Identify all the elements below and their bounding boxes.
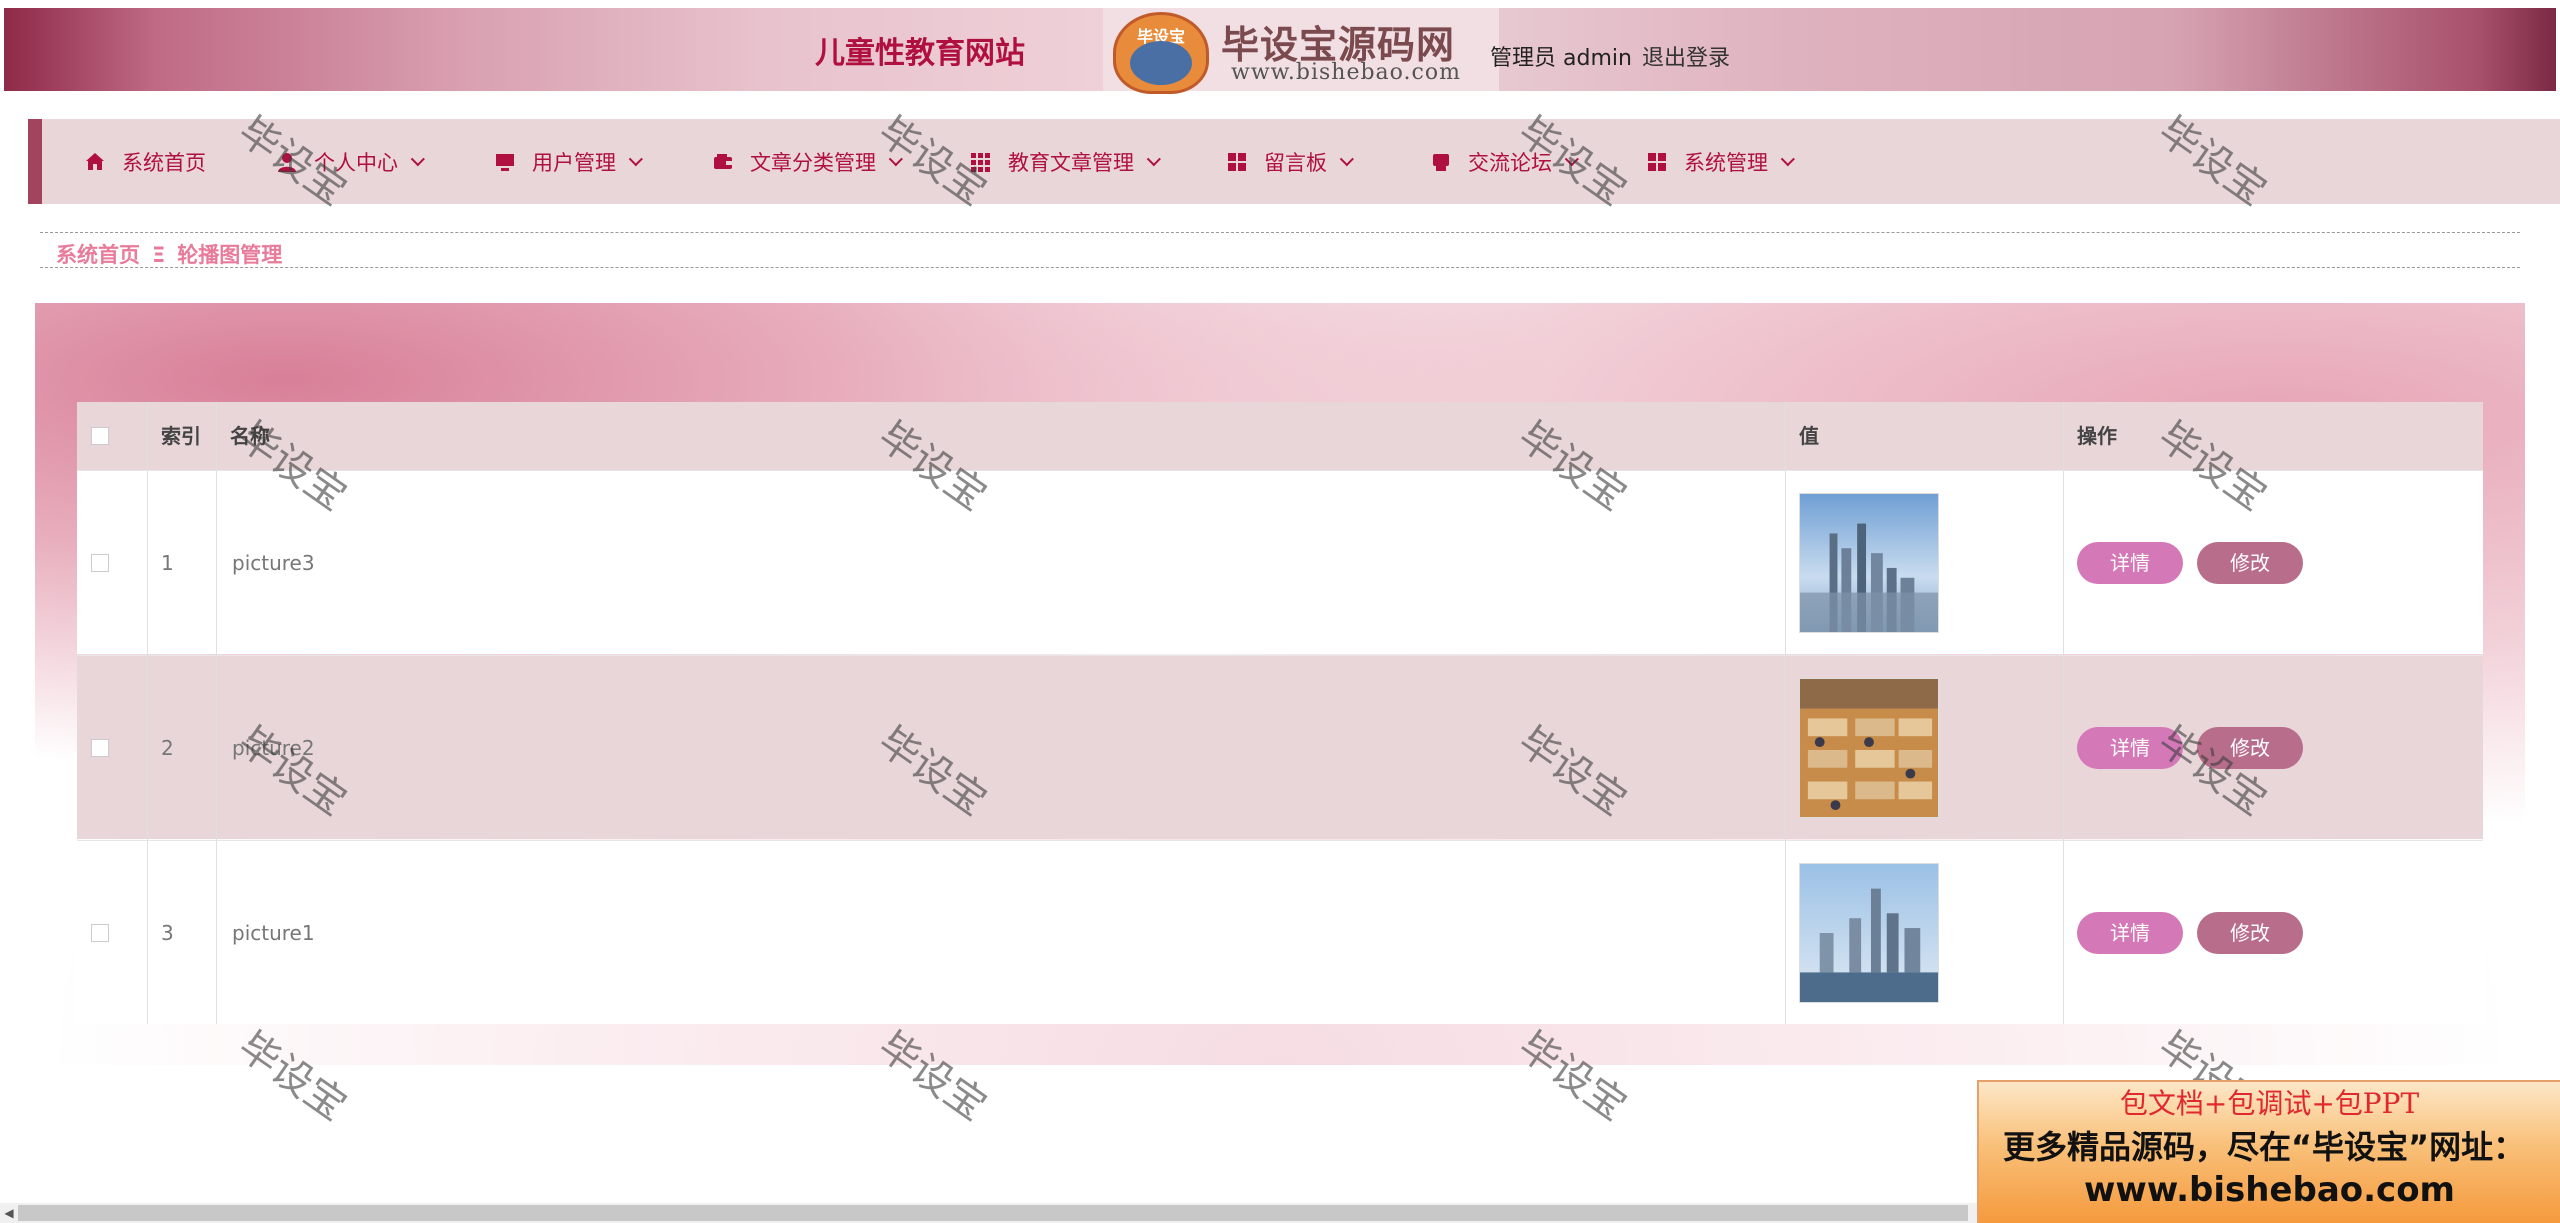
nav-item-label: 系统管理 [1684,150,1768,175]
user-icon [276,151,298,173]
edit-button[interactable]: 修改 [2197,542,2303,584]
main-nav: 系统首页 个人中心 用户管理 文章分类管理 教育文章管理 留言板 交流论坛 系统… [28,119,2560,204]
column-divider [2063,402,2064,1024]
city-waterfront-image [1799,863,1939,1003]
nav-item-label: 文章分类管理 [750,150,876,175]
row-name: picture2 [232,736,315,760]
row-name: picture3 [232,551,315,575]
table-header-row: 索引 名称 值 操作 [77,402,2483,470]
nav-item-label: 教育文章管理 [1008,150,1134,175]
chevron-down-icon [888,151,903,166]
horizontal-scrollbar[interactable]: ◀ [0,1203,1977,1223]
promo-line-tagline: 更多精品源码，尽在“毕设宝”网址： [2003,1128,2526,1166]
logo-face-shape [1130,41,1192,85]
row-actions: 详情 修改 [2077,471,2303,655]
row-checkbox[interactable] [91,924,109,942]
row-index: 3 [161,921,174,945]
breadcrumb-separator: Ξ [152,243,166,267]
wallet-icon [712,151,734,173]
nav-item-label: 系统首页 [122,150,206,175]
scroll-left-arrow-icon[interactable]: ◀ [2,1205,16,1221]
row-checkbox[interactable] [91,554,109,572]
header-name: 名称 [230,424,270,448]
city-skyline-image [1799,493,1939,633]
table-row: 1 picture3 详情 修改 [77,470,2483,654]
current-user-label: 管理员 admin [1490,46,1632,71]
row-actions: 详情 修改 [2077,656,2303,840]
nav-item-education-articles[interactable]: 教育文章管理 [970,119,1161,204]
column-divider [1785,402,1786,1024]
table-row: 2 picture2 详情 修改 [77,655,2483,839]
brand-logo-icon: 毕设宝 [1113,12,1209,94]
monitor-icon [494,151,516,173]
promo-banner: 包文档+包调试+包PPT 更多精品源码，尽在“毕设宝”网址： www.bishe… [1977,1080,2560,1223]
detail-button[interactable]: 详情 [2077,542,2183,584]
row-index: 1 [161,551,174,575]
office-interior-image [1799,678,1939,818]
nav-item-user-management[interactable]: 用户管理 [494,119,643,204]
breadcrumb-bar: 系统首页 Ξ 轮播图管理 [40,232,2520,268]
row-image-cell [1799,656,1939,840]
brand-banner: 毕设宝 毕设宝源码网 www.bishebao.com [1103,8,1499,94]
row-select-cell [91,656,109,840]
row-checkbox[interactable] [91,739,109,757]
row-index: 2 [161,736,174,760]
breadcrumb: 系统首页 Ξ 轮播图管理 [56,239,282,269]
select-all-checkbox[interactable] [91,427,109,445]
nav-item-label: 个人中心 [314,150,398,175]
edit-button[interactable]: 修改 [2197,912,2303,954]
nav-item-home[interactable]: 系统首页 [84,119,206,204]
chevron-down-icon [628,151,643,166]
nav-item-personal-center[interactable]: 个人中心 [276,119,425,204]
chevron-down-icon [1780,151,1795,166]
nav-item-system-management[interactable]: 系统管理 [1646,119,1795,204]
row-image-cell [1799,471,1939,655]
home-icon [84,151,106,173]
nav-item-article-category[interactable]: 文章分类管理 [712,119,903,204]
brand-url: www.bishebao.com [1231,60,1461,85]
detail-button[interactable]: 详情 [2077,727,2183,769]
breadcrumb-current: 轮播图管理 [177,243,283,267]
header-value: 值 [1799,424,1819,448]
grid-icon [1226,151,1248,173]
row-name: picture1 [232,921,315,945]
breadcrumb-home-link[interactable]: 系统首页 [56,243,140,267]
row-select-cell [91,471,109,655]
nav-item-message-board[interactable]: 留言板 [1226,119,1354,204]
grid-icon [970,151,992,173]
table-row: 3 picture1 详情 修改 [77,840,2483,1024]
nav-item-label: 留言板 [1264,150,1327,175]
row-image-cell [1799,841,1939,1025]
carousel-table: 索引 名称 值 操作 1 picture3 详情 修改 2 picture2 详… [77,402,2483,1024]
site-title: 儿童性教育网站 [815,36,1025,71]
chevron-down-icon [1339,151,1354,166]
nav-item-label: 用户管理 [532,150,616,175]
nav-item-label: 交流论坛 [1468,150,1552,175]
chevron-down-icon [1146,151,1161,166]
column-divider [216,402,217,1024]
grid-icon [1646,151,1668,173]
nav-item-forum[interactable]: 交流论坛 [1430,119,1579,204]
select-all-cell [91,402,109,470]
column-divider [147,402,148,1024]
row-actions: 详情 修改 [2077,841,2303,1025]
printer-icon [1430,151,1452,173]
header-actions: 操作 [2077,424,2117,448]
header-index: 索引 [161,424,201,448]
logout-link[interactable]: 退出登录 [1642,40,1730,72]
promo-line-services: 包文档+包调试+包PPT [2119,1087,2420,1120]
edit-button[interactable]: 修改 [2197,727,2303,769]
detail-button[interactable]: 详情 [2077,912,2183,954]
chevron-down-icon [1564,151,1579,166]
chevron-down-icon [410,151,425,166]
promo-url[interactable]: www.bishebao.com [1979,1170,2560,1210]
scrollbar-thumb[interactable] [18,1205,1968,1221]
row-select-cell [91,841,109,1025]
